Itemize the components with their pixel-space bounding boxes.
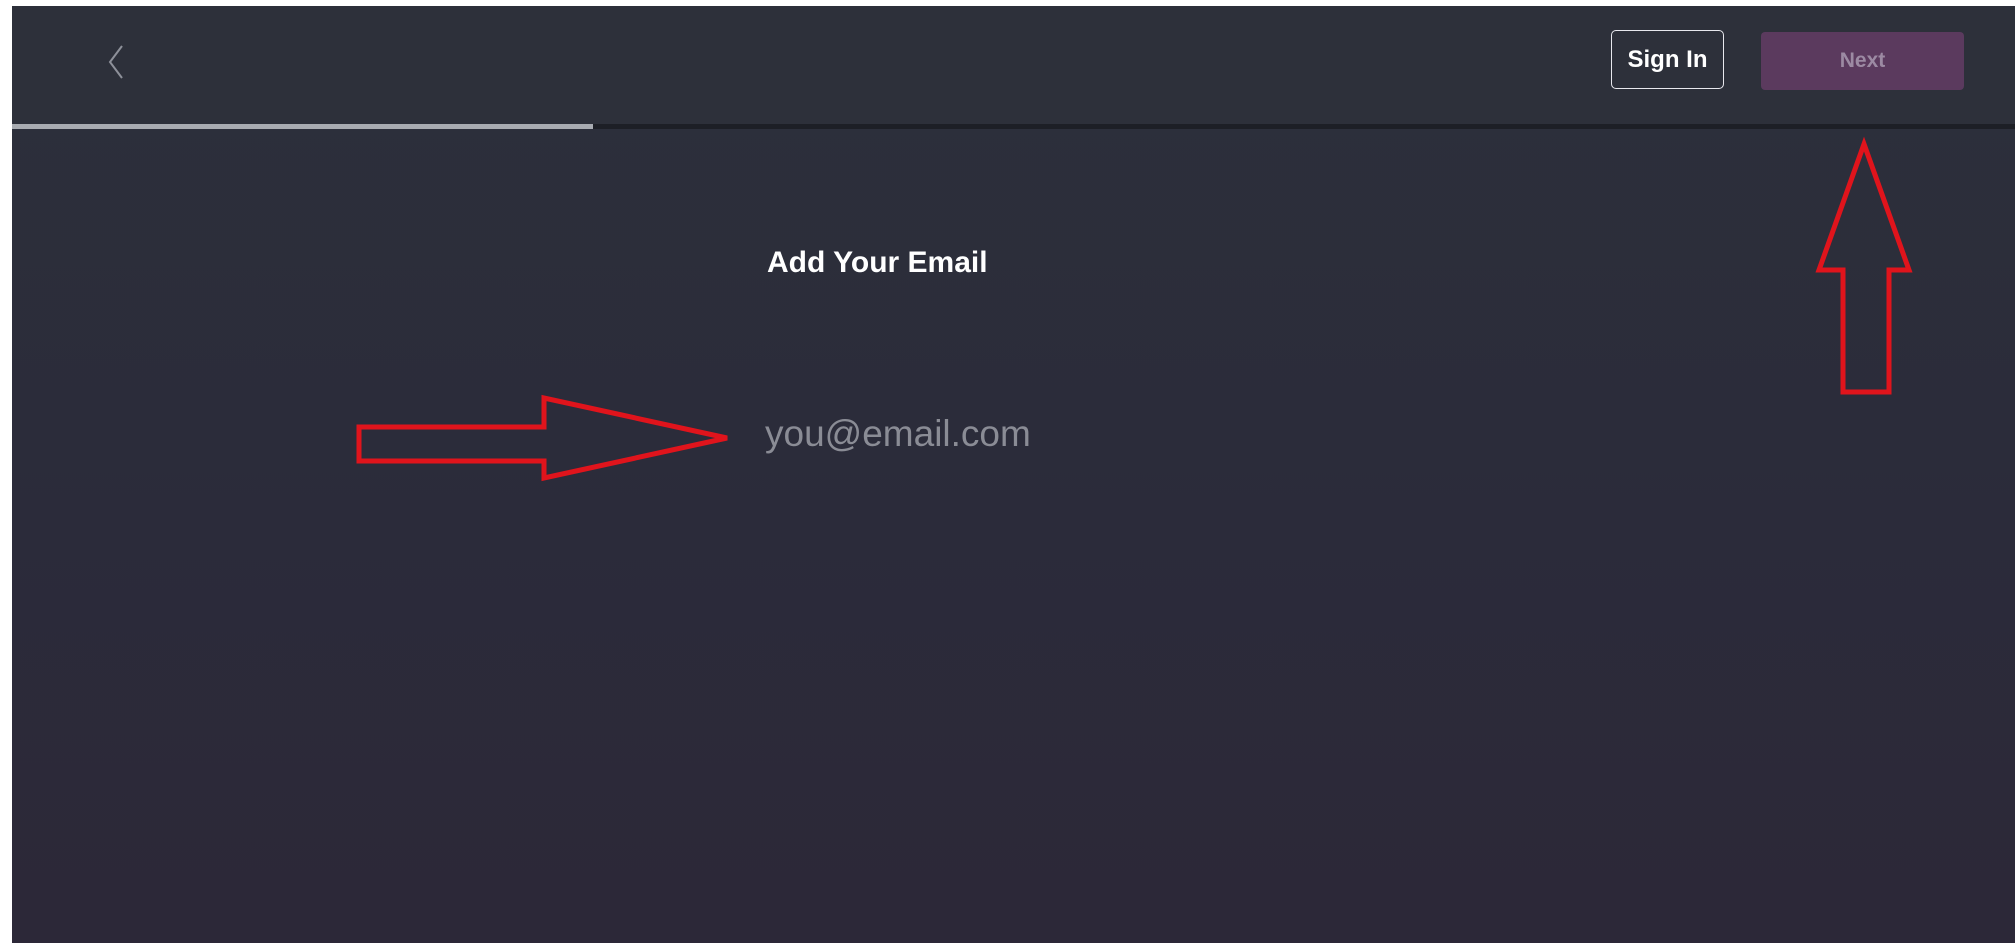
top-bar: Sign In Next	[12, 6, 2015, 124]
chevron-left-icon[interactable]	[100, 32, 140, 88]
progress-bar	[12, 124, 2015, 129]
next-button[interactable]: Next	[1761, 32, 1964, 90]
page-title: Add Your Email	[767, 246, 988, 279]
signup-screen: Sign In Next Add Your Email	[12, 6, 2015, 943]
sign-in-button[interactable]: Sign In	[1611, 30, 1724, 89]
email-input[interactable]	[765, 406, 1465, 462]
progress-bar-fill	[12, 124, 593, 129]
